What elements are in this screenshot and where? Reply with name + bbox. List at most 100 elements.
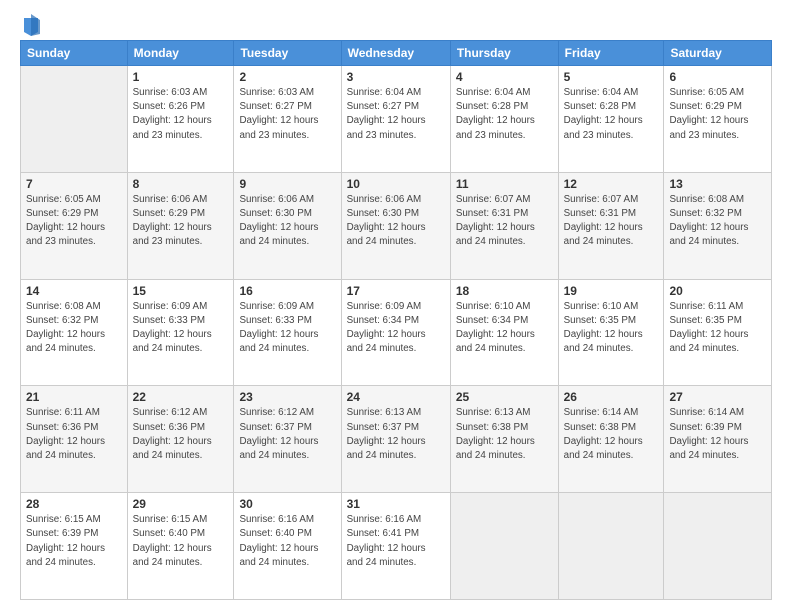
day-number: 18: [456, 284, 553, 298]
calendar-cell: 4 Sunrise: 6:04 AMSunset: 6:28 PMDaylight…: [450, 66, 558, 173]
day-info: Sunrise: 6:07 AMSunset: 6:31 PMDaylight:…: [456, 193, 553, 250]
day-info: Sunrise: 6:16 AMSunset: 6:40 PMDaylight:…: [239, 513, 335, 570]
day-info: Sunrise: 6:10 AMSunset: 6:34 PMDaylight:…: [456, 300, 553, 357]
calendar-cell: [450, 493, 558, 600]
calendar-cell: 3Sunrise: 6:04 AMSunset: 6:27 PMDaylight…: [341, 66, 450, 173]
day-info: Sunrise: 6:09 AMSunset: 6:33 PMDaylight:…: [239, 300, 335, 357]
day-info: Sunrise: 6:09 AMSunset: 6:33 PMDaylight:…: [133, 300, 229, 357]
day-info: Sunrise: 6:03 AMSunset: 6:27 PMDaylight:…: [239, 86, 335, 143]
header-cell-friday: Friday: [558, 41, 664, 66]
calendar-cell: 13 Sunrise: 6:08 AMSunset: 6:32 PMDayligh…: [664, 172, 772, 279]
week-row-4: 21 Sunrise: 6:11 AMSunset: 6:36 PMDayligh…: [21, 386, 772, 493]
calendar-cell: 24Sunrise: 6:13 AMSunset: 6:37 PMDayligh…: [341, 386, 450, 493]
day-number: 17: [347, 284, 445, 298]
day-number: 21: [26, 390, 122, 404]
calendar-cell: 6Sunrise: 6:05 AMSunset: 6:29 PMDaylight…: [664, 66, 772, 173]
day-number: 29: [133, 497, 229, 511]
header-cell-saturday: Saturday: [664, 41, 772, 66]
calendar-cell: 5 Sunrise: 6:04 AMSunset: 6:28 PMDaylight…: [558, 66, 664, 173]
day-info: Sunrise: 6:14 AMSunset: 6:38 PMDaylight:…: [564, 406, 659, 463]
day-info: Sunrise: 6:06 AMSunset: 6:30 PMDaylight:…: [239, 193, 335, 250]
calendar-cell: 12Sunrise: 6:07 AMSunset: 6:31 PMDayligh…: [558, 172, 664, 279]
calendar-cell: 2 Sunrise: 6:03 AMSunset: 6:27 PMDaylight…: [234, 66, 341, 173]
calendar: SundayMondayTuesdayWednesdayThursdayFrid…: [20, 40, 772, 600]
calendar-cell: 21 Sunrise: 6:11 AMSunset: 6:36 PMDayligh…: [21, 386, 128, 493]
day-number: 3: [347, 70, 445, 84]
day-info: Sunrise: 6:16 AMSunset: 6:41 PMDaylight:…: [347, 513, 445, 570]
day-info: Sunrise: 6:08 AMSunset: 6:32 PMDaylight:…: [669, 193, 766, 250]
day-number: 23: [239, 390, 335, 404]
calendar-header: SundayMondayTuesdayWednesdayThursdayFrid…: [21, 41, 772, 66]
day-info: Sunrise: 6:13 AMSunset: 6:37 PMDaylight:…: [347, 406, 445, 463]
week-row-5: 28 Sunrise: 6:15 AMSunset: 6:39 PMDayligh…: [21, 493, 772, 600]
week-row-3: 14 Sunrise: 6:08 AMSunset: 6:32 PMDayligh…: [21, 279, 772, 386]
day-number: 16: [239, 284, 335, 298]
day-info: Sunrise: 6:08 AMSunset: 6:32 PMDaylight:…: [26, 300, 122, 357]
day-number: 19: [564, 284, 659, 298]
day-info: Sunrise: 6:07 AMSunset: 6:31 PMDaylight:…: [564, 193, 659, 250]
calendar-cell: 15 Sunrise: 6:09 AMSunset: 6:33 PMDayligh…: [127, 279, 234, 386]
calendar-cell: 26Sunrise: 6:14 AMSunset: 6:38 PMDayligh…: [558, 386, 664, 493]
calendar-cell: 19Sunrise: 6:10 AMSunset: 6:35 PMDayligh…: [558, 279, 664, 386]
header-cell-tuesday: Tuesday: [234, 41, 341, 66]
calendar-cell: 10Sunrise: 6:06 AMSunset: 6:30 PMDayligh…: [341, 172, 450, 279]
day-info: Sunrise: 6:04 AMSunset: 6:28 PMDaylight:…: [456, 86, 553, 143]
calendar-cell: 8 Sunrise: 6:06 AMSunset: 6:29 PMDaylight…: [127, 172, 234, 279]
day-number: 27: [669, 390, 766, 404]
calendar-cell: 16 Sunrise: 6:09 AMSunset: 6:33 PMDayligh…: [234, 279, 341, 386]
calendar-cell: 27Sunrise: 6:14 AMSunset: 6:39 PMDayligh…: [664, 386, 772, 493]
day-number: 31: [347, 497, 445, 511]
day-number: 13: [669, 177, 766, 191]
day-number: 15: [133, 284, 229, 298]
week-row-1: 1 Sunrise: 6:03 AMSunset: 6:26 PMDaylight…: [21, 66, 772, 173]
calendar-cell: 28 Sunrise: 6:15 AMSunset: 6:39 PMDayligh…: [21, 493, 128, 600]
day-info: Sunrise: 6:06 AMSunset: 6:30 PMDaylight:…: [347, 193, 445, 250]
day-info: Sunrise: 6:15 AMSunset: 6:40 PMDaylight:…: [133, 513, 229, 570]
day-info: Sunrise: 6:13 AMSunset: 6:38 PMDaylight:…: [456, 406, 553, 463]
week-row-2: 7 Sunrise: 6:05 AMSunset: 6:29 PMDaylight…: [21, 172, 772, 279]
calendar-cell: 30 Sunrise: 6:16 AMSunset: 6:40 PMDayligh…: [234, 493, 341, 600]
day-info: Sunrise: 6:05 AMSunset: 6:29 PMDaylight:…: [26, 193, 122, 250]
logo: [20, 16, 40, 36]
day-number: 8: [133, 177, 229, 191]
calendar-cell: 14 Sunrise: 6:08 AMSunset: 6:32 PMDayligh…: [21, 279, 128, 386]
day-info: Sunrise: 6:06 AMSunset: 6:29 PMDaylight:…: [133, 193, 229, 250]
day-number: 30: [239, 497, 335, 511]
calendar-cell: 22Sunrise: 6:12 AMSunset: 6:36 PMDayligh…: [127, 386, 234, 493]
day-number: 11: [456, 177, 553, 191]
day-info: Sunrise: 6:11 AMSunset: 6:36 PMDaylight:…: [26, 406, 122, 463]
header-cell-sunday: Sunday: [21, 41, 128, 66]
calendar-cell: 23 Sunrise: 6:12 AMSunset: 6:37 PMDayligh…: [234, 386, 341, 493]
day-number: 9: [239, 177, 335, 191]
calendar-cell: [558, 493, 664, 600]
logo-icon: [22, 14, 40, 36]
day-number: 5: [564, 70, 659, 84]
day-info: Sunrise: 6:15 AMSunset: 6:39 PMDaylight:…: [26, 513, 122, 570]
day-number: 4: [456, 70, 553, 84]
day-info: Sunrise: 6:12 AMSunset: 6:37 PMDaylight:…: [239, 406, 335, 463]
day-number: 7: [26, 177, 122, 191]
calendar-cell: [21, 66, 128, 173]
day-info: Sunrise: 6:03 AMSunset: 6:26 PMDaylight:…: [133, 86, 229, 143]
calendar-cell: 11 Sunrise: 6:07 AMSunset: 6:31 PMDayligh…: [450, 172, 558, 279]
day-info: Sunrise: 6:05 AMSunset: 6:29 PMDaylight:…: [669, 86, 766, 143]
calendar-cell: 17Sunrise: 6:09 AMSunset: 6:34 PMDayligh…: [341, 279, 450, 386]
calendar-cell: 9 Sunrise: 6:06 AMSunset: 6:30 PMDaylight…: [234, 172, 341, 279]
calendar-cell: 1 Sunrise: 6:03 AMSunset: 6:26 PMDaylight…: [127, 66, 234, 173]
day-number: 20: [669, 284, 766, 298]
header-row: SundayMondayTuesdayWednesdayThursdayFrid…: [21, 41, 772, 66]
header-cell-monday: Monday: [127, 41, 234, 66]
day-number: 28: [26, 497, 122, 511]
calendar-cell: 7 Sunrise: 6:05 AMSunset: 6:29 PMDaylight…: [21, 172, 128, 279]
page: SundayMondayTuesdayWednesdayThursdayFrid…: [0, 0, 792, 612]
day-number: 14: [26, 284, 122, 298]
calendar-body: 1 Sunrise: 6:03 AMSunset: 6:26 PMDaylight…: [21, 66, 772, 600]
day-number: 2: [239, 70, 335, 84]
day-number: 1: [133, 70, 229, 84]
day-info: Sunrise: 6:12 AMSunset: 6:36 PMDaylight:…: [133, 406, 229, 463]
calendar-cell: 25Sunrise: 6:13 AMSunset: 6:38 PMDayligh…: [450, 386, 558, 493]
day-info: Sunrise: 6:11 AMSunset: 6:35 PMDaylight:…: [669, 300, 766, 357]
day-info: Sunrise: 6:04 AMSunset: 6:28 PMDaylight:…: [564, 86, 659, 143]
calendar-cell: 20 Sunrise: 6:11 AMSunset: 6:35 PMDayligh…: [664, 279, 772, 386]
calendar-cell: 31 Sunrise: 6:16 AMSunset: 6:41 PMDayligh…: [341, 493, 450, 600]
